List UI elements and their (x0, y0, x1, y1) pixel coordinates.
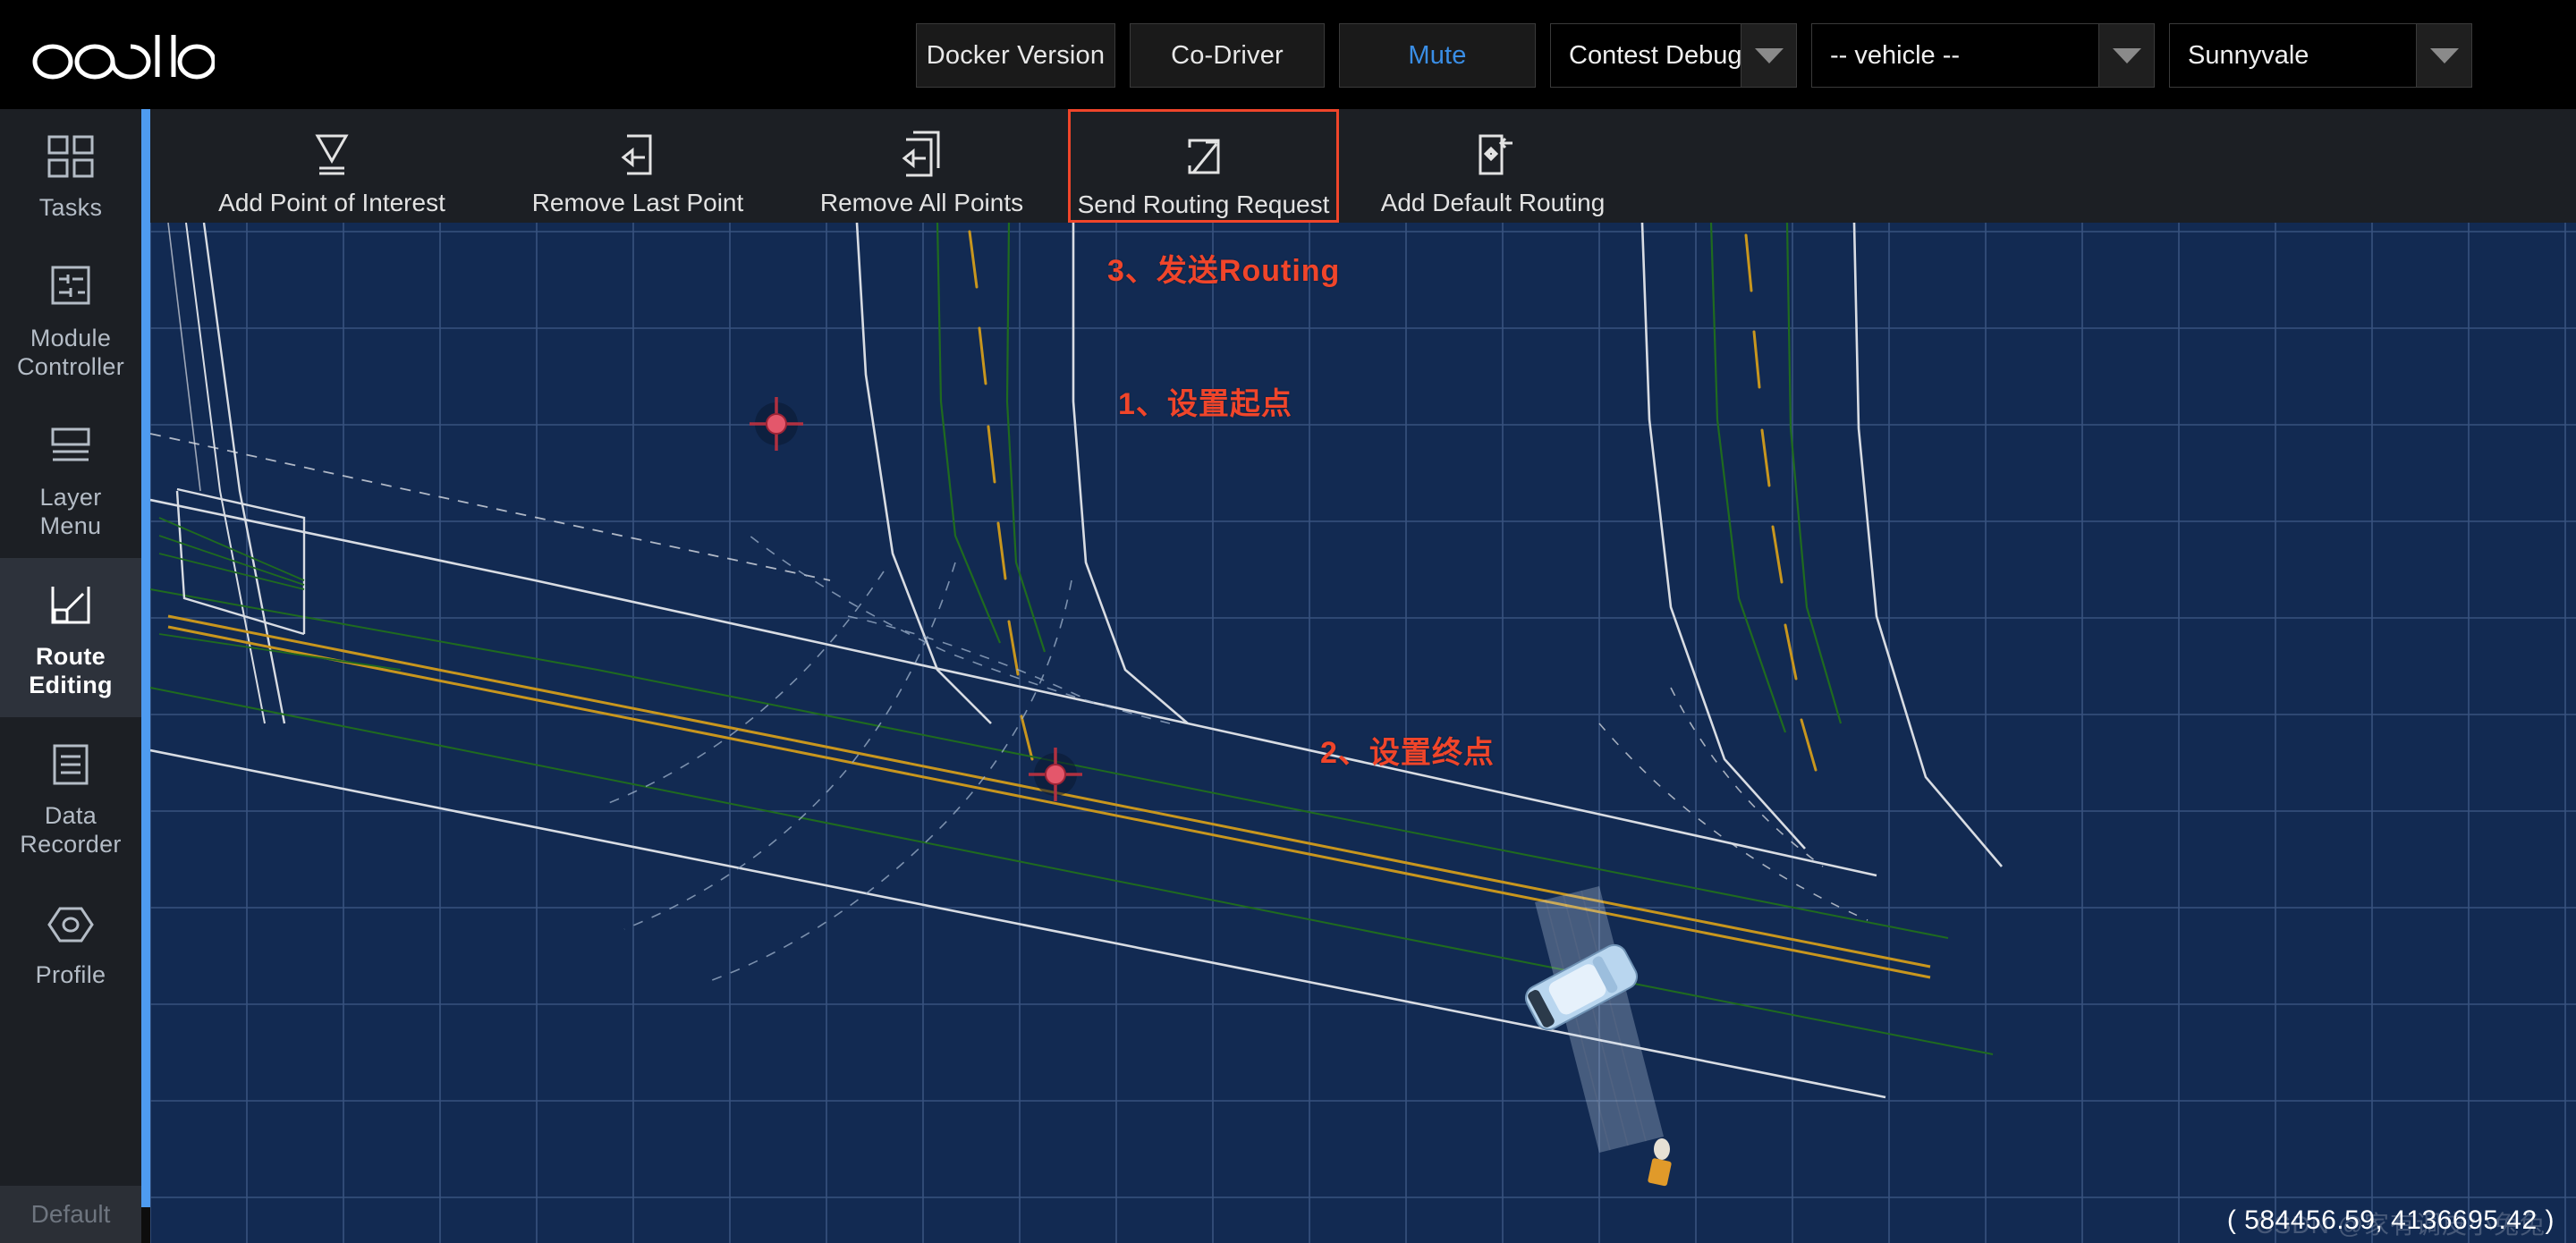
chevron-down-icon (2112, 47, 2141, 63)
sidebar-item-label: Profile (35, 961, 106, 988)
sidebar-item-label: Module Controller (16, 325, 125, 380)
remove-last-point-button[interactable]: Remove Last Point (508, 109, 767, 223)
sidebar-item-route-editing[interactable]: Route Editing (0, 558, 141, 717)
layers-icon (4, 419, 138, 476)
add-default-routing-button[interactable]: Add Default Routing (1362, 109, 1623, 223)
default-routing-icon (1470, 127, 1516, 182)
add-point-of-interest-button[interactable]: Add Point of Interest (184, 109, 479, 223)
mode-select-arrow[interactable] (1741, 24, 1796, 87)
grid-icon (4, 129, 138, 186)
vehicle-select[interactable]: -- vehicle -- (1811, 23, 2155, 88)
road-vertical-left (167, 223, 1189, 761)
annotation-set-start-point: 1、设置起点 (1118, 387, 1292, 421)
sidebar-item-layer-menu[interactable]: Layer Menu (0, 399, 141, 558)
end-point-marker (1029, 748, 1082, 801)
send-routing-request-button[interactable]: Send Routing Request (1068, 109, 1339, 223)
send-routing-icon (1181, 130, 1227, 184)
sidebar-item-label: Data Recorder (20, 802, 122, 858)
toolbar-item-label: Send Routing Request (1077, 190, 1330, 218)
map-scrollbar[interactable] (141, 109, 150, 1207)
map-select-arrow[interactable] (2416, 24, 2471, 87)
sidebar-item-label: Route Editing (29, 643, 113, 698)
sidebar: Tasks Module Controller Layer Menu Route… (0, 109, 141, 1243)
annotation-send-routing: 3、发送Routing (1107, 254, 1341, 288)
chevron-down-icon (1754, 47, 1784, 63)
undo-page-icon (614, 127, 661, 182)
vehicle-select-value: -- vehicle -- (1812, 24, 2098, 87)
mode-select-value: Contest Debug (1551, 24, 1741, 87)
map-select[interactable]: Sunnyvale (2169, 23, 2472, 88)
sidebar-item-data-recorder[interactable]: Data Recorder (0, 717, 141, 876)
module-icon (4, 259, 138, 317)
undo-pages-icon (897, 127, 947, 182)
document-icon (4, 737, 138, 794)
pedestrian-object (1648, 1138, 1672, 1187)
vehicle-select-arrow[interactable] (2098, 24, 2154, 87)
route-icon (4, 578, 138, 635)
sidebar-item-tasks[interactable]: Tasks (0, 109, 141, 240)
docker-version-button[interactable]: Docker Version (916, 23, 1115, 88)
sidebar-item-label: Layer Menu (39, 484, 102, 539)
sidebar-item-profile[interactable]: Profile (0, 876, 141, 1007)
map-select-value: Sunnyvale (2170, 24, 2416, 87)
app-header: Docker Version Co-Driver Mute Contest De… (0, 0, 2576, 109)
chevron-down-icon (2429, 47, 2459, 63)
add-poi-icon (309, 127, 355, 182)
sidebar-item-module-controller[interactable]: Module Controller (0, 240, 141, 399)
annotation-set-end-point: 2、设置终点 (1320, 736, 1495, 770)
apollo-dreamview-window: Docker Version Co-Driver Mute Contest De… (0, 0, 2576, 1243)
start-point-marker (750, 397, 803, 451)
co-driver-button[interactable]: Co-Driver (1130, 23, 1325, 88)
toolbar-item-label: Add Default Routing (1380, 189, 1606, 216)
mute-button[interactable]: Mute (1339, 23, 1536, 88)
apollo-logo (30, 28, 218, 81)
mode-select[interactable]: Contest Debug (1550, 23, 1797, 88)
map-canvas[interactable]: 3、发送Routing 1、设置起点 2、设置终点 ( 584456.59, 4… (150, 223, 2576, 1243)
sidebar-footer-default: Default (0, 1186, 141, 1243)
header-controls: Docker Version Co-Driver Mute Contest De… (916, 23, 2472, 88)
map-structure-left (158, 487, 402, 671)
map-coordinates-readout: ( 584456.59, 4136695.42 ) (2226, 1205, 2555, 1235)
toolbar-item-label: Add Point of Interest (218, 189, 445, 216)
toolbar-item-label: Remove Last Point (531, 189, 744, 216)
road-vertical-right (1598, 223, 2003, 921)
route-editing-toolbar: Add Point of Interest Remove Last Point … (150, 109, 2576, 287)
toolbar-item-label: Remove All Points (819, 189, 1024, 216)
sidebar-item-label: Tasks (38, 194, 103, 221)
hexagon-eye-icon (4, 896, 138, 953)
remove-all-points-button[interactable]: Remove All Points (794, 109, 1049, 223)
